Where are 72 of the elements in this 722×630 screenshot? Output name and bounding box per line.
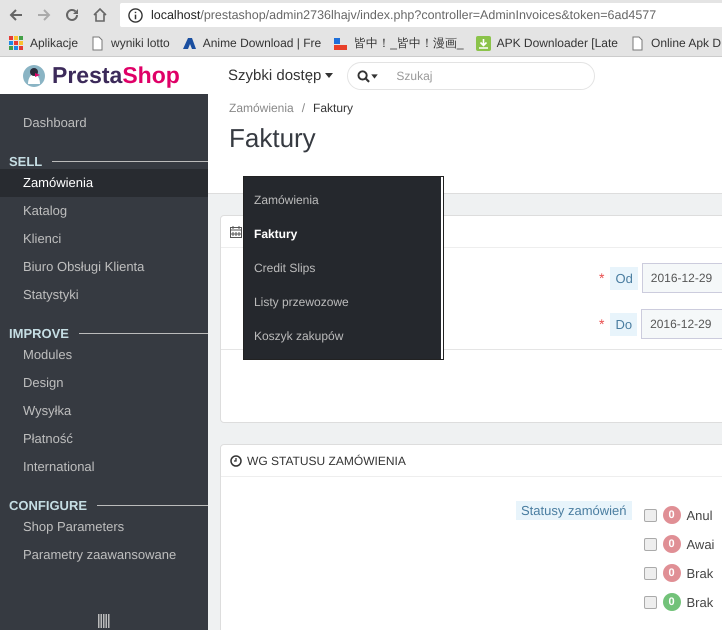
quick-access-button[interactable]: Szybki dostęp [228,67,334,84]
sidebar-item[interactable]: Design [0,369,208,397]
sidebar-item[interactable]: Statystyki [0,281,208,309]
status-label: Anul [686,508,713,522]
panel-title: WG STATUSU ZAMÓWIENIA [247,454,406,468]
bookmark-link[interactable]: Online Apk D [650,36,722,50]
bookmark-link[interactable]: Anime Download | Fre [202,36,322,50]
field-label: Do [610,312,638,336]
submenu-item[interactable]: Credit Slips [244,251,441,285]
puffin-logo-icon [22,64,46,88]
field-label: Statusy zamówień [516,501,632,520]
page-title: Faktury [229,123,317,154]
search-field[interactable]: Szukaj [347,62,596,90]
sidebar-item[interactable]: Modules [0,341,208,369]
required-mark: * [599,270,604,286]
home-icon[interactable] [92,7,108,23]
sidebar-item[interactable]: Shop Parameters [0,513,208,541]
sidebar-item[interactable]: Klienci [0,225,208,253]
breadcrumb-separator: / [302,101,306,115]
count-badge: 0 [662,506,680,524]
required-mark: * [599,316,604,332]
apps-grid-icon[interactable] [9,36,24,50]
page-icon[interactable] [90,36,106,50]
status-label: Brak [686,594,714,610]
date-field[interactable]: 2016-12-29 [641,309,722,339]
back-icon[interactable] [8,7,24,23]
reload-icon[interactable] [64,7,80,23]
submenu-item[interactable]: Koszyk zakupów [244,319,441,353]
sidebar-item[interactable]: Płatność [0,425,208,453]
url-text: localhost/prestashop/admin2736lhajv/index.php?controller=AdminInvoices&token=6ad4577 [151,8,656,22]
site-logo-icon[interactable] [182,36,197,50]
bookmark-link[interactable]: APK Downloader [Late [496,36,618,50]
sidebar-item[interactable]: Parametry zaawansowane [0,541,208,569]
bookmark-link[interactable]: wyniki lotto [111,36,170,50]
bookmark-link[interactable]: 皆中！_皆中！漫画_ [354,34,464,52]
logo[interactable]: PrestaShop [0,57,208,94]
collapse-icon[interactable] [98,614,110,628]
sidebar-item[interactable]: Zamówienia [0,169,208,197]
breadcrumb-link[interactable]: Zamówienia [229,101,294,115]
section-heading: IMPROVE [9,326,69,340]
status-label: Brak [686,566,714,580]
submenu-item[interactable]: Zamówienia [244,183,441,217]
section-heading: CONFIGURE [9,498,87,512]
bookmark-link[interactable]: Aplikacje [30,36,78,50]
sidebar-item[interactable]: Wysyłka [0,397,208,425]
field-label: Od [610,266,638,290]
calendar-icon [230,226,242,238]
sidebar-item[interactable]: Biuro Obsługi Klienta [0,253,208,281]
caret-icon [325,73,334,78]
sidebar-item[interactable]: Katalog [0,197,208,225]
address-bar[interactable]: localhost/prestashop/admin2736lhajv/index.php?controller=AdminInvoices&token=6ad4577 [120,3,722,27]
sidebar-item[interactable]: Dashboard [0,109,208,137]
checkbox[interactable] [644,538,656,550]
date-field[interactable]: 2016-12-29 [642,263,722,293]
submenu-item[interactable]: Listy przewozowe [244,285,441,319]
count-badge: 0 [662,593,680,611]
count-badge: 0 [662,535,680,553]
section-heading: SELL [9,154,42,168]
status-label: Awai [686,536,714,552]
breadcrumb-link[interactable]: Faktury [313,101,354,115]
sidebar-item[interactable]: International [0,453,208,481]
logo-text: PrestaShop [52,62,180,89]
count-badge: 0 [662,564,680,582]
page-icon[interactable] [630,36,645,50]
site-logo-icon[interactable] [333,36,348,50]
search-icon[interactable] [357,70,380,82]
checkbox[interactable] [644,566,656,580]
clock-icon [230,454,242,466]
checkbox[interactable] [644,596,656,608]
submenu-item[interactable]: Faktury [244,217,441,251]
checkbox[interactable] [644,508,656,522]
info-icon[interactable] [128,8,143,22]
